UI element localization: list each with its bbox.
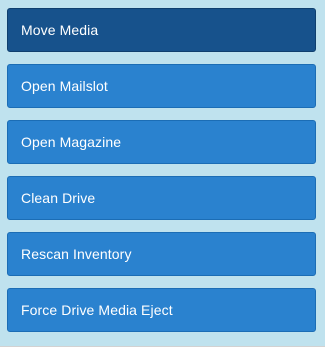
move-media-button[interactable]: Move Media bbox=[7, 8, 316, 52]
clean-drive-button[interactable]: Clean Drive bbox=[7, 176, 316, 220]
open-mailslot-button[interactable]: Open Mailslot bbox=[7, 64, 316, 108]
open-magazine-button[interactable]: Open Magazine bbox=[7, 120, 316, 164]
action-list: Move Media Open Mailslot Open Magazine C… bbox=[0, 8, 325, 332]
actions-panel: Move Media Open Mailslot Open Magazine C… bbox=[0, 0, 325, 347]
rescan-inventory-button[interactable]: Rescan Inventory bbox=[7, 232, 316, 276]
force-drive-media-eject-button[interactable]: Force Drive Media Eject bbox=[7, 288, 316, 332]
